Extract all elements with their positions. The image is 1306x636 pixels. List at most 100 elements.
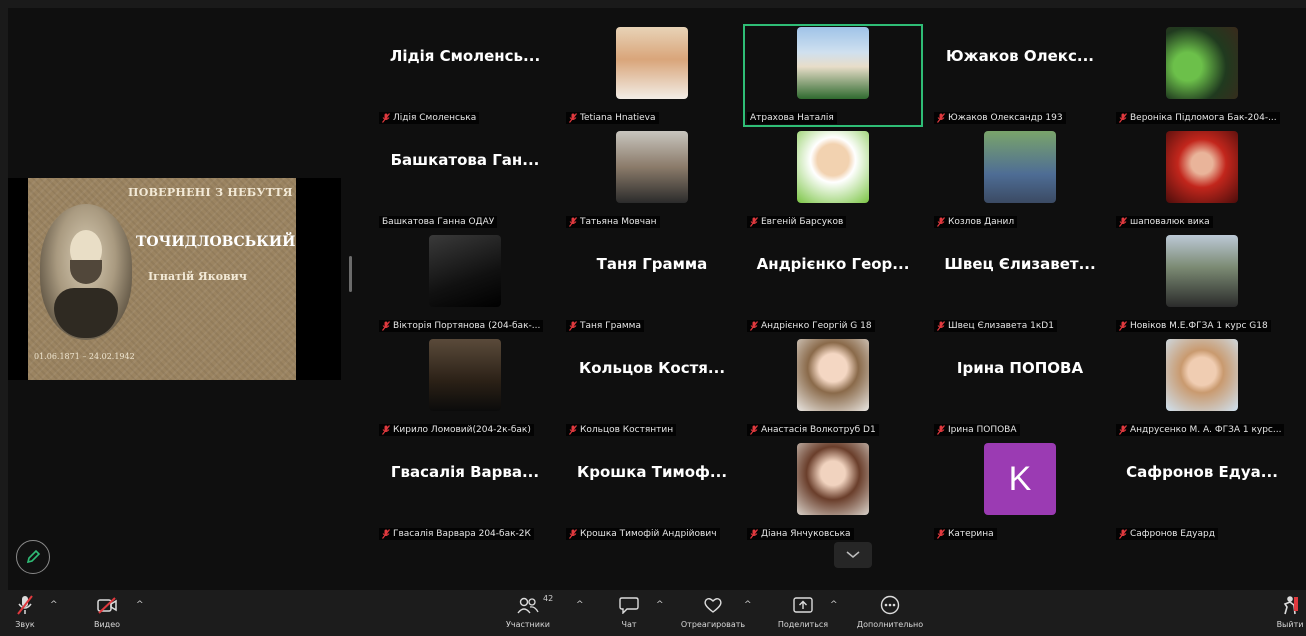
annotate-button[interactable] — [16, 540, 50, 574]
participant-label-text: Діана Янчуковська — [761, 529, 851, 539]
react-button[interactable]: Отреагировать — [676, 592, 750, 636]
mic-muted-icon — [750, 529, 758, 539]
share-options-caret[interactable]: ^ — [830, 600, 838, 610]
participant-name-label: Козлов Данил — [934, 216, 1018, 228]
mic-muted-icon — [569, 217, 577, 227]
chat-options-caret[interactable]: ^ — [656, 600, 664, 610]
participant-video — [797, 131, 869, 203]
participant-tile[interactable]: Ірина ПОПОВА Ірина ПОПОВА — [930, 336, 1110, 439]
chat-icon — [619, 597, 639, 614]
participant-name-label: Татьяна Мовчан — [566, 216, 660, 228]
participant-tile[interactable]: Анастасія Волкотруб D1 — [743, 336, 923, 439]
chat-button[interactable]: Чат — [612, 592, 646, 636]
audio-options-caret[interactable]: ^ — [50, 600, 58, 610]
participant-name-label: Гвасалія Варвара 204-бак-2К — [379, 528, 534, 540]
leave-button[interactable]: Выйти — [1274, 592, 1306, 636]
participant-name-label: Вікторія Портянова (204-бак-... — [379, 320, 544, 332]
participant-tile[interactable]: Андрусенко М. А. ФГЗА 1 курс... — [1112, 336, 1292, 439]
audio-label: Звук — [15, 620, 35, 629]
share-screen-icon — [793, 597, 813, 613]
participants-options-caret[interactable]: ^ — [576, 600, 584, 610]
participant-label-text: Tetiana Hnatieva — [580, 113, 656, 123]
participant-tile[interactable]: Вікторія Портянова (204-бак-... — [375, 232, 555, 335]
mic-muted-icon — [750, 529, 758, 539]
react-options-caret[interactable]: ^ — [744, 600, 752, 610]
participant-label-text: Новіков М.Е.ФГЗА 1 курс G18 — [1130, 321, 1268, 331]
participant-tile[interactable]: Крошка Тимоф... Крошка Тимофій Андрійович — [562, 440, 742, 543]
shared-screen[interactable]: ПОВЕРНЕНІ З НЕБУТТЯ ТОЧИДЛОВСЬКИЙ Ігнаті… — [8, 178, 341, 380]
heart-icon — [704, 598, 722, 613]
participants-button[interactable]: 42 Участники — [500, 592, 556, 636]
participant-video — [616, 27, 688, 99]
participant-display-name: Кольцов Костя... — [578, 359, 726, 377]
participant-video — [429, 339, 501, 411]
participant-tile[interactable]: Швец Єлизавет... Швец Єлизавета 1кD1 — [930, 232, 1110, 335]
participant-tile[interactable]: Діана Янчуковська — [743, 440, 923, 543]
participant-tile[interactable]: Атраxова Наталія — [743, 24, 923, 127]
video-options-caret[interactable]: ^ — [136, 600, 144, 610]
participant-tile[interactable]: K Катерина — [930, 440, 1110, 543]
participant-label-text: Андрусенко М. А. ФГЗА 1 курс... — [1130, 425, 1282, 435]
share-screen-button[interactable]: Поделиться — [772, 592, 834, 636]
participant-tile[interactable]: Таня Грамма Таня Грамма — [562, 232, 742, 335]
participant-display-name: Южаков Олекс... — [946, 47, 1094, 65]
participant-name-label: шаповалюк вика — [1116, 216, 1213, 228]
video-label: Видео — [93, 620, 121, 629]
participant-tile[interactable]: Татьяна Мовчан — [562, 128, 742, 231]
participant-label-text: Ірина ПОПОВА — [948, 425, 1017, 435]
participant-video — [1166, 27, 1238, 99]
participant-tile[interactable]: Tetiana Hnatieva — [562, 24, 742, 127]
participant-label-text: Анастасія Волкотруб D1 — [761, 425, 876, 435]
participant-name-label: Ірина ПОПОВА — [934, 424, 1020, 436]
mic-muted-icon — [937, 217, 945, 227]
participant-tile[interactable]: Гвасалія Варва... Гвасалія Варвара 204-ба… — [375, 440, 555, 543]
participant-label-text: шаповалюк вика — [1130, 217, 1210, 227]
mic-muted-icon — [569, 425, 577, 435]
participant-label-text: Гвасалія Варвара 204-бак-2К — [393, 529, 531, 539]
participant-tile[interactable]: Новіков М.Е.ФГЗА 1 курс G18 — [1112, 232, 1292, 335]
participant-display-name: Таня Грамма — [596, 255, 708, 273]
more-button[interactable]: Дополнительно — [850, 592, 930, 636]
video-button[interactable]: Видео — [88, 592, 126, 636]
participant-tile[interactable]: шаповалюк вика — [1112, 128, 1292, 231]
camera-off-icon — [97, 597, 117, 614]
split-divider-handle[interactable] — [349, 256, 352, 292]
participant-display-name: Сафронов Едуа... — [1126, 463, 1278, 481]
participant-tile[interactable]: Южаков Олекс... Южаков Олександр 193 — [930, 24, 1110, 127]
audio-button[interactable]: Звук — [10, 592, 40, 636]
participant-video — [1166, 131, 1238, 203]
participant-tile[interactable]: Вероніка Підломога Бак-204-... — [1112, 24, 1292, 127]
mic-muted-icon — [382, 529, 390, 539]
participant-display-name: Башкатова Ган... — [390, 151, 540, 169]
mic-muted-icon — [937, 321, 945, 331]
participant-name-label: Tetiana Hnatieva — [566, 112, 659, 124]
mic-muted-icon — [17, 595, 33, 615]
participant-label-text: Крошка Тимофій Андрійович — [580, 529, 717, 539]
participant-tile[interactable]: Сафронов Едуа... Сафронов Едуард — [1112, 440, 1292, 543]
participant-tile[interactable]: Кольцов Костя... Кольцов Костянтин — [562, 336, 742, 439]
meeting-toolbar: Звук ^ Видео ^ 42 Участники ^ Чат ^ Отре… — [0, 590, 1306, 636]
participant-name-label: Кирило Ломовий(204-2к-бак) — [379, 424, 534, 436]
participant-display-name: Ірина ПОПОВА — [956, 359, 1084, 377]
slide-dates: 01.06.1871 – 24.02.1942 — [34, 352, 135, 361]
mic-muted-icon — [1119, 217, 1127, 227]
participant-tile[interactable]: Кирило Ломовий(204-2к-бак) — [375, 336, 555, 439]
participant-tile[interactable]: Башкатова Ган... Башкатова Ганна ОДАУ — [375, 128, 555, 231]
participant-tile[interactable]: Козлов Данил — [930, 128, 1110, 231]
participant-display-name: Лідія Смоленсь... — [389, 47, 541, 65]
participant-tile[interactable]: Лідія Смоленсь... Лідія Смоленська — [375, 24, 555, 127]
shared-slide: ПОВЕРНЕНІ З НЕБУТТЯ ТОЧИДЛОВСЬКИЙ Ігнаті… — [28, 178, 296, 380]
mic-muted-icon — [937, 425, 945, 435]
participant-name-label: Діана Янчуковська — [747, 528, 854, 540]
participant-tile[interactable]: Андрієнко Геор... Андрієнко Георгій G 18 — [743, 232, 923, 335]
scroll-down-button[interactable] — [834, 542, 872, 568]
mic-muted-icon — [1119, 217, 1127, 227]
participant-tile[interactable]: Евгеній Барсуков — [743, 128, 923, 231]
react-label: Отреагировать — [680, 620, 746, 629]
participant-video — [797, 27, 869, 99]
participant-label-text: Татьяна Мовчан — [580, 217, 657, 227]
mic-muted-icon — [1119, 113, 1127, 123]
mic-muted-icon — [750, 321, 758, 331]
participant-label-text: Лідія Смоленська — [393, 113, 477, 123]
participant-display-name: Гвасалія Варва... — [390, 463, 540, 481]
